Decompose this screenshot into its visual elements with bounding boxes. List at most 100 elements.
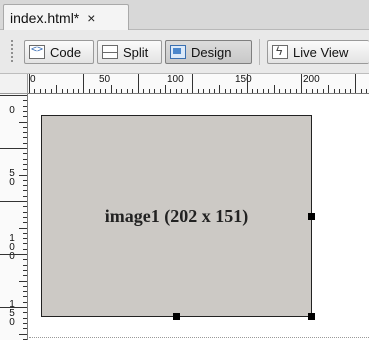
ruler-tick [61,89,63,93]
ruler-h-label: 0 [30,74,36,85]
code-view-label: Code [50,44,82,60]
ruler-tick [252,89,254,93]
ruler-tick [301,74,302,93]
code-icon [29,44,45,59]
ruler-tick [311,89,313,93]
ruler-tick [23,211,27,213]
ruler-tick [175,89,177,93]
ruler-tick [23,206,27,208]
ruler-tick [154,89,156,93]
ruler-tick [56,85,58,93]
ruler-tick [0,254,27,255]
ruler-tick [94,89,96,93]
ruler-tick [235,89,237,93]
ruler-tick [181,89,183,93]
ruler-tick [23,259,27,261]
ruler-v-label: 150 [9,299,15,328]
ruler-tick [23,275,27,277]
ruler-v-label: 0 [9,105,15,116]
document-tab-index[interactable]: index.html* × [3,4,129,31]
ruler-tick [67,89,69,93]
ruler-tick [268,89,270,93]
ruler-tick [219,85,221,93]
split-icon [102,45,118,59]
ruler-tick [23,285,27,287]
ruler-tick [279,89,281,93]
ruler-tick [290,89,292,93]
design-view-button[interactable]: Design [165,40,252,64]
ruler-tick [23,243,27,245]
ruler-tick [19,121,27,123]
ruler-tick [0,201,27,202]
ruler-tick [23,264,27,266]
ruler-tick [257,89,259,93]
ruler-tick [0,95,27,96]
ruler-tick [333,89,335,93]
ruler-tick [23,269,27,271]
design-view-label: Design [191,44,232,60]
ruler-tick [159,89,161,93]
ruler-tick [23,232,27,234]
design-icon [170,45,186,59]
ruler-tick [143,89,145,93]
ruler-tick [322,89,324,93]
ruler-tick [105,89,107,93]
ruler-tick [19,227,27,229]
ruler-tick [306,89,308,93]
ruler-tick [0,148,27,149]
image-placeholder-label: image1 (202 x 151) [104,205,249,226]
ruler-tick [23,216,27,218]
ruler-h-label: 100 [167,74,184,85]
ruler-tick [23,169,27,171]
ruler-tick [224,89,226,93]
resize-handle-corner[interactable] [308,313,315,320]
image-placeholder[interactable]: image1 (202 x 151) [41,115,315,320]
resize-handle-bottom[interactable] [173,313,180,320]
ruler-tick [23,100,27,102]
ruler-tick [99,89,101,93]
live-view-button[interactable]: Live View [267,40,369,64]
ruler-h-label: 150 [235,74,252,85]
ruler-tick [170,89,172,93]
ruler-tick [23,153,27,155]
split-view-button[interactable]: Split [97,40,162,64]
design-view-canvas[interactable]: image1 (202 x 151) [29,95,369,340]
ruler-tick [83,74,85,93]
document-tab-label: index.html* [10,10,80,26]
toolbar-grip-handle[interactable] [10,39,14,63]
ruler-tick [110,85,112,93]
ruler-tick [339,89,341,93]
page-boundary-line [29,337,369,338]
ruler-tick [23,132,27,134]
ruler-tick [241,89,243,93]
ruler-tick [23,137,27,139]
live-view-icon [272,44,288,59]
ruler-tick [230,89,232,93]
ruler-tick [208,89,210,93]
ruler-tick [328,85,330,93]
ruler-tick [186,89,188,93]
horizontal-ruler[interactable]: 0 50 100 150 200 [28,74,369,94]
ruler-tick [23,190,27,192]
ruler-tick [203,89,205,93]
ruler-tick [165,85,166,93]
ruler-tick [29,74,30,93]
ruler-tick [23,142,27,144]
vertical-ruler[interactable]: 0 50 100 150 [0,94,28,340]
code-view-button[interactable]: Code [24,40,94,64]
close-tab-icon[interactable]: × [87,10,95,26]
ruler-tick [148,89,150,93]
ruler-tick [39,89,41,93]
ruler-tick [23,317,27,319]
ruler-origin-corner[interactable] [0,74,28,94]
ruler-tick [23,126,27,128]
ruler-tick [262,89,264,93]
resize-handle-right[interactable] [308,213,315,220]
ruler-tick [23,222,27,224]
ruler-tick [23,301,27,303]
ruler-tick [23,158,27,160]
ruler-tick [23,163,27,165]
ruler-tick [344,89,346,93]
ruler-v-label: 50 [9,168,15,188]
ruler-tick [50,89,52,93]
